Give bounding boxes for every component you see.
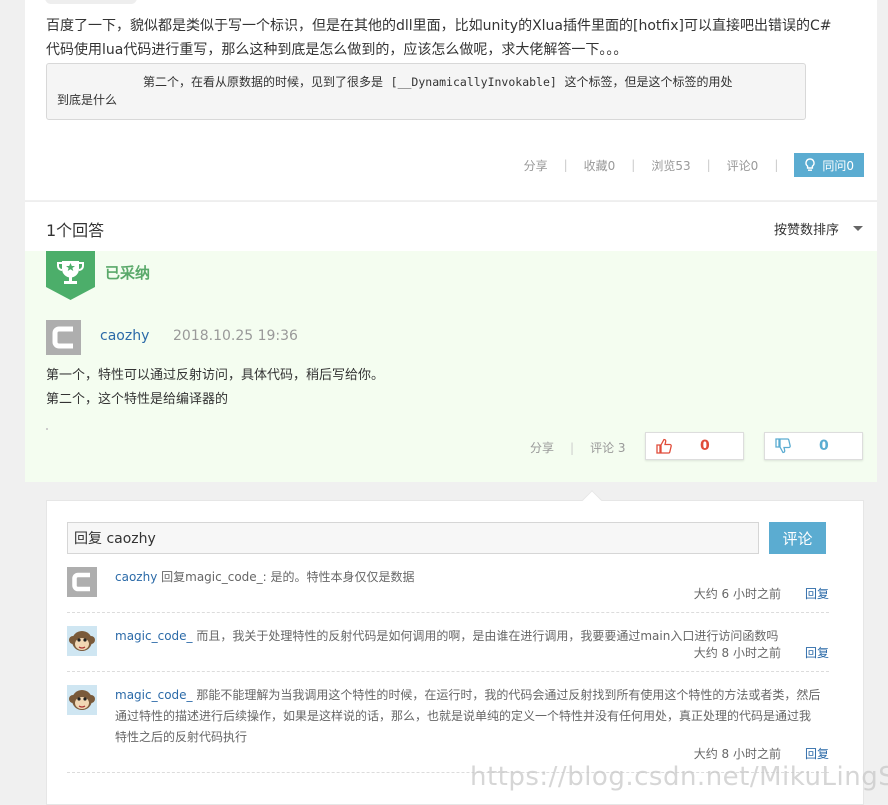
- comment-text: caozhy 回复magic_code_: 是的。特性本身仅仅是数据: [115, 567, 821, 587]
- lightbulb-icon: [805, 158, 816, 171]
- watermark: https://blog.csdn.net/MikuLingSSS: [470, 762, 888, 792]
- share-link[interactable]: 分享: [530, 439, 554, 456]
- comment-item: magic_code_ 而且，我关于处理特性的反射代码是如何调用的啊，是由谁在进…: [67, 626, 829, 672]
- caret-down-icon: [853, 226, 863, 231]
- comment-item: magic_code_ 那能不能理解为当我调用这个特性的时候，在运行时，我的代码…: [67, 685, 829, 773]
- code-line1-prefix: 第二个，在看从原数据的时候，见到了很多是: [143, 75, 384, 89]
- downvote-count: 0: [819, 438, 829, 454]
- code-attribute: [__DynamicallyInvokable]: [390, 75, 557, 89]
- comment-time: 大约 8 小时之前: [693, 646, 781, 660]
- reply-link[interactable]: 回复: [805, 644, 829, 661]
- answer-line: 第一个，特性可以通过反射访问，具体代码，稍后写给你。: [46, 368, 385, 383]
- thumbs-down-icon: [775, 438, 791, 454]
- comment-time: 大约 8 小时之前: [693, 747, 781, 761]
- reply-link[interactable]: 回复: [805, 745, 829, 762]
- code-line2: 到底是什么: [57, 93, 118, 107]
- accepted-answer: 已采纳 caozhy 2018.10.25 19:36 第一个，特性可以通过反射…: [25, 251, 877, 482]
- comment-username[interactable]: magic_code_: [115, 629, 193, 643]
- downvote-button[interactable]: 0: [764, 432, 863, 460]
- comment-meta: 大约 6 小时之前 回复: [694, 585, 829, 602]
- comment-item: caozhy 回复magic_code_: 是的。特性本身仅仅是数据 大约 6 …: [67, 567, 829, 613]
- same-question-label: 同问0: [822, 158, 854, 173]
- divider: |: [706, 158, 711, 172]
- monkey-avatar-icon[interactable]: [67, 685, 97, 715]
- comment-content: 回复magic_code_: 是的。特性本身仅仅是数据: [157, 570, 415, 584]
- question-card: 百度了一下，貌似都是类似于写一个标识，但是在其他的dll里面，比如unity的X…: [25, 0, 877, 200]
- panel-pointer: [582, 490, 602, 510]
- sort-label: 按赞数排序: [773, 223, 839, 238]
- divider: |: [563, 158, 568, 172]
- c-logo-icon: [46, 320, 81, 355]
- comment-time: 大约 6 小时之前: [693, 587, 781, 601]
- comments-link[interactable]: 评论0: [727, 157, 759, 174]
- accepted-label: 已采纳: [105, 264, 151, 282]
- question-body: 百度了一下，貌似都是类似于写一个标识，但是在其他的dll里面，比如unity的X…: [46, 18, 832, 58]
- tag-pill[interactable]: [45, 0, 137, 4]
- answer-actions: 分享 | 评论 3: [530, 439, 626, 456]
- favorite-link[interactable]: 收藏0: [584, 157, 616, 174]
- c-logo-icon[interactable]: [67, 567, 97, 597]
- comment-username[interactable]: caozhy: [115, 570, 157, 584]
- comment-content: 那能不能理解为当我调用这个特性的时候，在运行时，我的代码会通过反射找到所有使用这…: [115, 688, 821, 744]
- comments-link[interactable]: 评论 3: [590, 439, 625, 456]
- answer-username[interactable]: caozhy: [100, 328, 149, 344]
- divider: |: [774, 158, 779, 172]
- comment-content: 而且，我关于处理特性的反射代码是如何调用的啊，是由谁在进行调用，我要要通过mai…: [192, 629, 779, 643]
- monkey-avatar-icon[interactable]: [67, 626, 97, 656]
- comment-meta: 大约 8 小时之前 回复: [694, 644, 829, 661]
- divider: |: [570, 440, 575, 455]
- answer-timestamp: 2018.10.25 19:36: [173, 328, 298, 344]
- code-line1-suffix: 这个标签，但是这个标签的用处: [564, 75, 733, 89]
- divider: |: [631, 158, 636, 172]
- comment-meta: 大约 8 小时之前 回复: [694, 745, 829, 762]
- views-count: 浏览53: [651, 158, 691, 173]
- answers-header: 1个回答 按赞数排序: [25, 201, 877, 251]
- answer-body: 第一个，特性可以通过反射访问，具体代码，稍后写给你。 第二个，这个特性是给编译器…: [46, 364, 384, 412]
- sort-dropdown[interactable]: 按赞数排序: [774, 219, 863, 238]
- code-block: 第二个，在看从原数据的时候，见到了很多是 [__DynamicallyInvok…: [46, 63, 806, 120]
- thumbs-up-icon: [656, 438, 672, 454]
- comment-text: magic_code_ 那能不能理解为当我调用这个特性的时候，在运行时，我的代码…: [115, 685, 821, 748]
- answers-count: 1个回答: [46, 221, 105, 240]
- reply-link[interactable]: 回复: [805, 585, 829, 602]
- answer-line: 第二个，这个特性是给编译器的: [46, 392, 229, 407]
- question-actions: 分享 | 收藏0 | 浏览53 | 评论0 | 同问0: [524, 153, 864, 177]
- comments-panel: 评论 caozhy 回复magic_code_: 是的。特性本身仅仅是数据 大约…: [46, 490, 864, 805]
- upvote-button[interactable]: 0: [645, 432, 744, 460]
- same-question-button[interactable]: 同问0: [794, 153, 864, 177]
- comment-username[interactable]: magic_code_: [115, 688, 193, 702]
- share-link[interactable]: 分享: [524, 157, 548, 174]
- reply-input[interactable]: [67, 522, 759, 554]
- upvote-count: 0: [700, 438, 710, 454]
- divider: [46, 428, 48, 430]
- comment-text: magic_code_ 而且，我关于处理特性的反射代码是如何调用的啊，是由谁在进…: [115, 626, 821, 646]
- avatar[interactable]: [46, 320, 81, 355]
- trophy-badge-icon: [46, 251, 95, 300]
- comment-submit-button[interactable]: 评论: [769, 522, 826, 554]
